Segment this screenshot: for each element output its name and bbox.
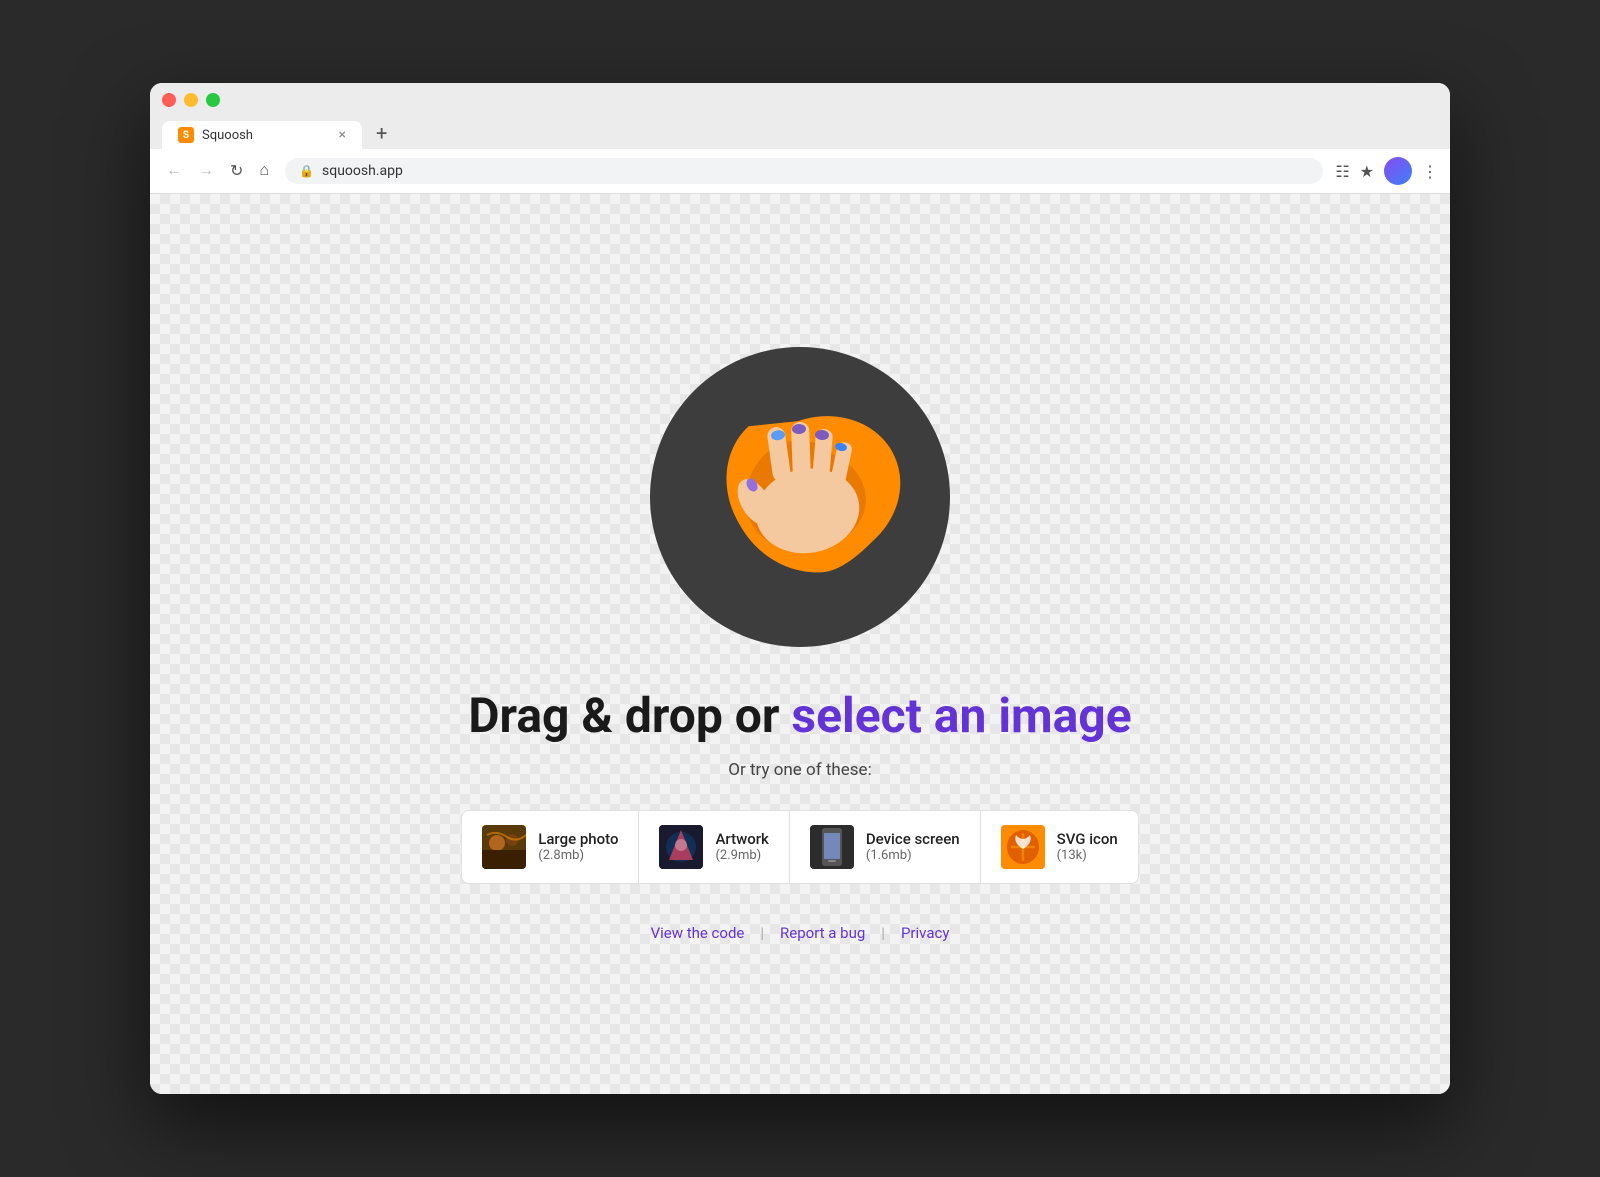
view-code-link[interactable]: View the code: [651, 924, 745, 942]
profile-icon[interactable]: [1384, 157, 1412, 185]
svg-icon-name: SVG icon: [1057, 830, 1118, 848]
url-text: squoosh.app: [322, 163, 403, 179]
squoosh-logo-circle: [650, 347, 950, 647]
artwork-size: (2.9mb): [715, 848, 768, 863]
tab-close-button[interactable]: ×: [339, 127, 346, 143]
svg-icon-thumbnail: [1001, 825, 1045, 869]
menu-icon[interactable]: ⋮: [1422, 162, 1438, 181]
drop-zone[interactable]: Drag & drop or select an image Or try on…: [150, 194, 1450, 1094]
select-image-link[interactable]: select an image: [791, 687, 1131, 744]
browser-window: S Squoosh × + ← → ↻ ⌂ 🔒 squoosh.app ☷ ★ …: [150, 83, 1450, 1094]
artwork-name: Artwork: [715, 830, 768, 848]
report-bug-link[interactable]: Report a bug: [780, 924, 865, 942]
new-tab-button[interactable]: +: [366, 117, 397, 149]
tab-title: Squoosh: [202, 128, 253, 143]
address-bar[interactable]: 🔒 squoosh.app: [285, 158, 1323, 184]
device-screen-name: Device screen: [866, 830, 960, 848]
tab-bar: S Squoosh × +: [162, 117, 1438, 149]
minimize-window-button[interactable]: [184, 93, 198, 107]
maximize-window-button[interactable]: [206, 93, 220, 107]
lock-icon: 🔒: [299, 164, 314, 178]
artwork-thumbnail: [659, 825, 703, 869]
svg-icon-thumb: [1001, 825, 1045, 869]
nav-buttons: ← → ↻ ⌂: [162, 159, 273, 183]
reload-button[interactable]: ↻: [226, 159, 247, 183]
logo-area: [650, 347, 950, 647]
main-content: Drag & drop or select an image Or try on…: [150, 194, 1450, 1094]
artwork-info: Artwork (2.9mb): [715, 830, 768, 863]
device-screen-size: (1.6mb): [866, 848, 960, 863]
device-screen-thumb: [810, 825, 854, 869]
svg-icon-info: SVG icon (13k): [1057, 830, 1118, 863]
svg-icon-size: (13k): [1057, 848, 1118, 863]
sample-images-bar: Large photo (2.8mb): [461, 810, 1139, 884]
large-photo-info: Large photo (2.8mb): [538, 830, 618, 863]
back-button[interactable]: ←: [162, 160, 186, 182]
device-screen-info: Device screen (1.6mb): [866, 830, 960, 863]
sample-svg-icon[interactable]: SVG icon (13k): [981, 811, 1138, 883]
sample-device-screen[interactable]: Device screen (1.6mb): [790, 811, 981, 883]
address-bar-row: ← → ↻ ⌂ 🔒 squoosh.app ☷ ★ ⋮: [150, 149, 1450, 194]
headline-static-text: Drag & drop or: [468, 687, 791, 744]
squoosh-logo-svg: [670, 367, 930, 627]
large-photo-size: (2.8mb): [538, 848, 618, 863]
forward-button[interactable]: →: [194, 160, 218, 182]
toolbar-right: ☷ ★ ⋮: [1335, 157, 1438, 185]
footer-divider-1: |: [760, 924, 764, 942]
traffic-lights: [162, 93, 1438, 107]
bookmark-icon[interactable]: ★: [1360, 162, 1374, 181]
close-window-button[interactable]: [162, 93, 176, 107]
subtitle-text: Or try one of these:: [728, 760, 871, 780]
artwork-thumb: [659, 825, 703, 869]
active-tab[interactable]: S Squoosh ×: [162, 121, 362, 149]
footer-links: View the code | Report a bug | Privacy: [631, 904, 970, 962]
device-screen-thumbnail: [810, 825, 854, 869]
large-photo-thumbnail: [482, 825, 526, 869]
privacy-link[interactable]: Privacy: [901, 924, 949, 942]
sample-artwork[interactable]: Artwork (2.9mb): [639, 811, 789, 883]
footer-divider-2: |: [881, 924, 885, 942]
home-button[interactable]: ⌂: [255, 160, 273, 182]
large-photo-thumb: [482, 825, 526, 869]
tab-favicon: S: [178, 127, 194, 143]
large-photo-name: Large photo: [538, 830, 618, 848]
browser-chrome: S Squoosh × +: [150, 83, 1450, 149]
headline: Drag & drop or select an image: [468, 687, 1131, 744]
sample-large-photo[interactable]: Large photo (2.8mb): [462, 811, 639, 883]
external-link-icon[interactable]: ☷: [1335, 162, 1349, 181]
